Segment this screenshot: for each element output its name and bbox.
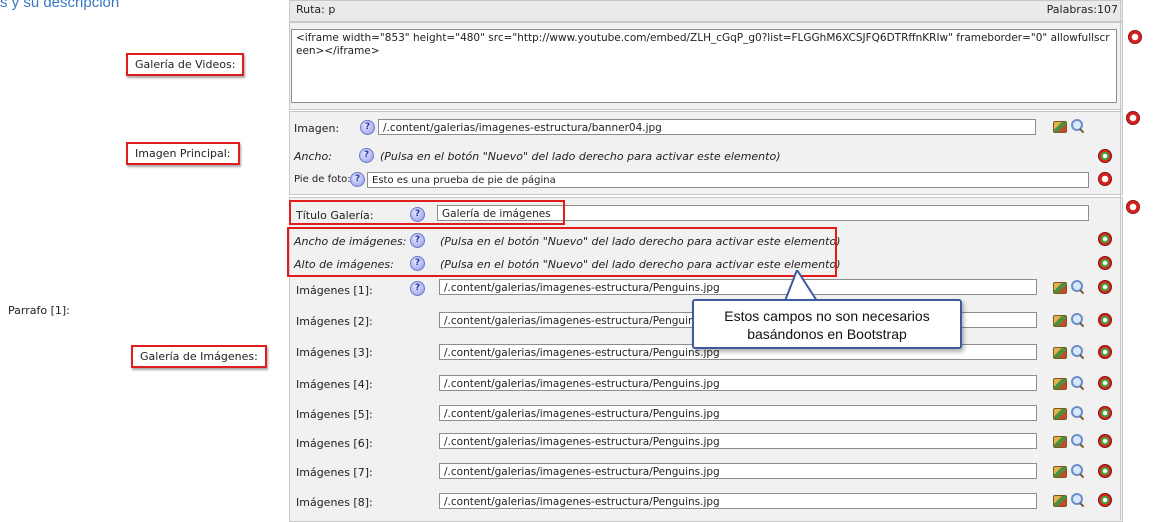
imagen-row-label: Imágenes [7]: — [296, 466, 373, 479]
search-icon[interactable] — [1071, 280, 1085, 294]
search-icon[interactable] — [1071, 406, 1085, 420]
callout-pointer — [783, 270, 819, 302]
gallery-icon[interactable] — [1053, 282, 1067, 294]
gallery-icon[interactable] — [1053, 408, 1067, 420]
gallery-icon[interactable] — [1053, 495, 1067, 507]
imagen-row-field[interactable]: /.content/galerias/imagenes-estructura/P… — [439, 375, 1037, 391]
page-header-title: s y su descripción — [0, 0, 120, 11]
search-icon[interactable] — [1071, 434, 1085, 448]
bootstrap-note-callout: Estos campos no son necesarios basándono… — [692, 299, 962, 349]
gallery-icon[interactable] — [1053, 378, 1067, 390]
gallery-icon[interactable] — [1053, 347, 1067, 359]
path-bar: Ruta: p Palabras:107 — [289, 0, 1123, 22]
imagen-row-field[interactable]: /.content/galerias/imagenes-estructura/P… — [439, 433, 1037, 449]
imagen-row-field[interactable]: /.content/galerias/imagenes-estructura/P… — [439, 405, 1037, 421]
callout-line-1: Estos campos no son necesarios — [724, 308, 930, 324]
search-icon[interactable] — [1071, 493, 1085, 507]
imagen-row-field[interactable]: /.content/galerias/imagenes-estructura/P… — [439, 279, 1037, 295]
help-icon[interactable]: ? — [360, 120, 375, 135]
ruta-label: Ruta: p — [296, 3, 336, 16]
add-element-icon[interactable] — [1098, 434, 1112, 448]
parrafo-label: Parrafo [1]: — [8, 304, 70, 317]
gallery-icon[interactable] — [1053, 436, 1067, 448]
imagen-row-label: Imágenes [4]: — [296, 378, 373, 391]
remove-element-icon[interactable] — [1126, 200, 1140, 214]
videos-section-label: Galería de Videos: — [126, 53, 245, 76]
add-element-icon[interactable] — [1098, 280, 1112, 294]
add-element-icon[interactable] — [1098, 232, 1112, 246]
video-embed-textarea[interactable]: <iframe width="853" height="480" src="ht… — [291, 29, 1117, 103]
imagen-row-label: Imágenes [5]: — [296, 408, 373, 421]
imagen-row-label: Imágenes [1]: — [296, 284, 373, 297]
imagen-field[interactable]: /.content/galerias/imagenes-estructura/b… — [378, 119, 1036, 135]
search-icon[interactable] — [1071, 345, 1085, 359]
ancho-alto-highlight-box — [287, 227, 837, 277]
add-element-icon[interactable] — [1098, 493, 1112, 507]
gallery-icon[interactable] — [1053, 466, 1067, 478]
imagen-label: Imagen: — [294, 122, 340, 135]
help-icon[interactable]: ? — [350, 172, 365, 187]
search-icon[interactable] — [1071, 119, 1085, 133]
remove-element-icon[interactable] — [1098, 172, 1112, 186]
ancho-note: (Pulsa en el botón "Nuevo" del lado dere… — [380, 150, 781, 163]
search-icon[interactable] — [1071, 313, 1085, 327]
scrollbar-track[interactable] — [1120, 0, 1121, 520]
add-element-icon[interactable] — [1098, 345, 1112, 359]
imagen-row-field[interactable]: /.content/galerias/imagenes-estructura/P… — [439, 493, 1037, 509]
imagen-row-label: Imágenes [2]: — [296, 315, 373, 328]
imagen-row-label: Imágenes [3]: — [296, 346, 373, 359]
pie-foto-field[interactable]: Esto es una prueba de pie de página — [367, 172, 1089, 188]
search-icon[interactable] — [1071, 464, 1085, 478]
add-element-icon[interactable] — [1098, 376, 1112, 390]
help-icon[interactable]: ? — [410, 281, 425, 296]
gallery-icon[interactable] — [1053, 121, 1067, 133]
add-element-icon[interactable] — [1098, 256, 1112, 270]
add-element-icon[interactable] — [1098, 464, 1112, 478]
galeria-section-label: Galería de Imágenes: — [131, 345, 267, 368]
titulo-highlight-box — [289, 200, 565, 225]
help-icon[interactable]: ? — [359, 148, 374, 163]
imagen-row-field[interactable]: /.content/galerias/imagenes-estructura/P… — [439, 463, 1037, 479]
search-icon[interactable] — [1071, 376, 1085, 390]
imagen-row-label: Imágenes [8]: — [296, 496, 373, 509]
remove-element-icon[interactable] — [1128, 30, 1142, 44]
gallery-icon[interactable] — [1053, 315, 1067, 327]
callout-line-2: basándonos en Bootstrap — [747, 326, 907, 342]
principal-section-label: Imagen Principal: — [126, 142, 240, 165]
ancho-label: Ancho: — [294, 150, 332, 163]
pie-foto-label: Pie de foto: — [294, 174, 351, 185]
add-element-icon[interactable] — [1098, 149, 1112, 163]
video-embed-code: <iframe width="853" height="480" src="ht… — [296, 32, 1110, 57]
imagen-row-label: Imágenes [6]: — [296, 437, 373, 450]
word-count: Palabras:107 — [1046, 3, 1118, 16]
add-element-icon[interactable] — [1098, 406, 1112, 420]
add-element-icon[interactable] — [1098, 313, 1112, 327]
remove-element-icon[interactable] — [1126, 111, 1140, 125]
